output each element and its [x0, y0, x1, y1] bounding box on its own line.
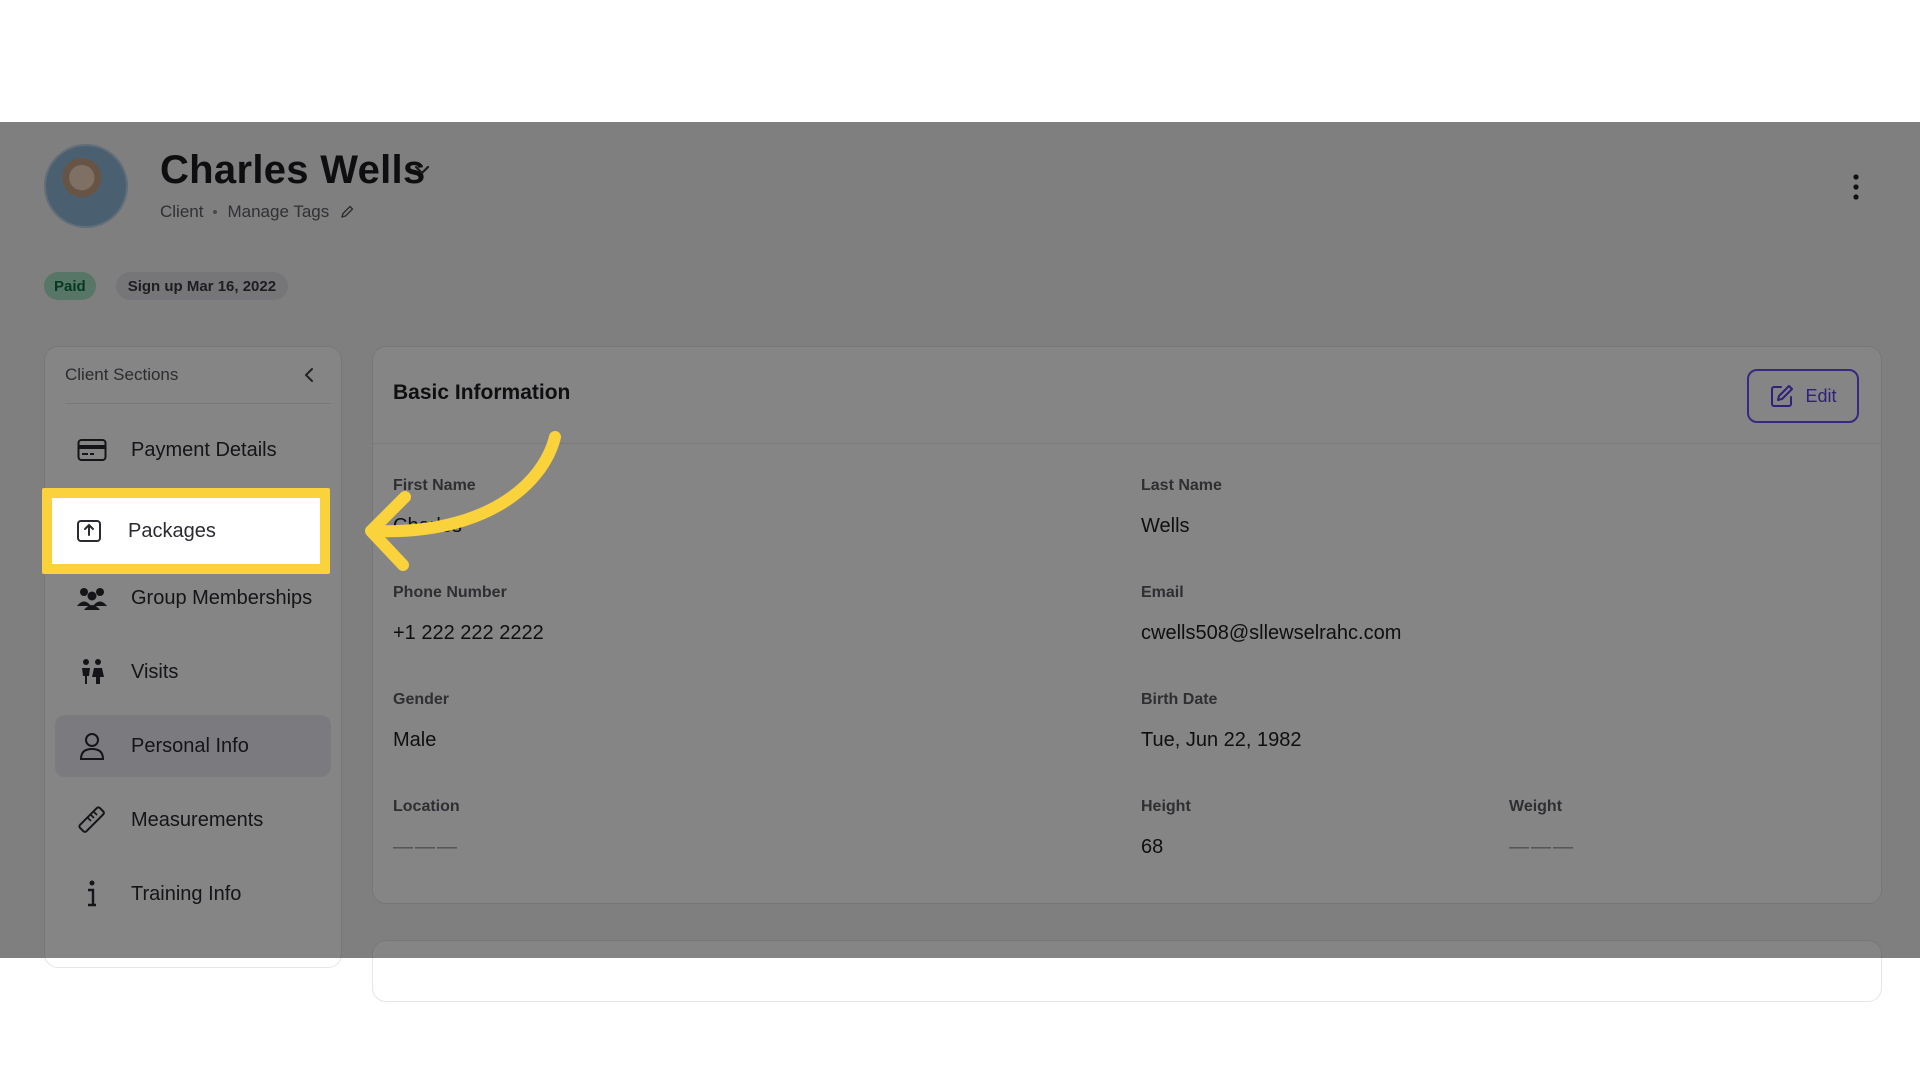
client-avatar [44, 144, 128, 228]
paid-badge: Paid [44, 272, 96, 300]
pencil-icon[interactable] [339, 204, 355, 220]
field-value: Tue, Jun 22, 1982 [1141, 729, 1302, 751]
client-name: Charles Wells [160, 148, 426, 192]
field-label: Email [1141, 584, 1184, 601]
field-value: +1 222 222 2222 [393, 622, 544, 644]
visits-icon [75, 655, 109, 689]
edit-button-label: Edit [1805, 385, 1837, 406]
group-icon [75, 581, 109, 615]
sidebar-item-payment-details[interactable]: Payment Details [55, 419, 331, 481]
person-icon [75, 729, 109, 763]
edit-button[interactable]: Edit [1747, 369, 1859, 423]
chevron-left-icon[interactable] [299, 365, 319, 385]
email-field: Email cwells508@sllewselrahc.com [1141, 584, 1401, 645]
manage-tags-link[interactable]: Manage Tags [227, 202, 329, 222]
field-value: ——— [393, 836, 459, 858]
separator-dot [213, 210, 218, 214]
client-role: Client [160, 202, 204, 221]
field-label: Birth Date [1141, 691, 1218, 708]
sidebar-item-label: Visits [131, 660, 179, 683]
field-label: Weight [1509, 798, 1563, 815]
field-label: Last Name [1141, 477, 1222, 494]
field-value: Wells [1141, 515, 1190, 537]
field-label: Height [1141, 798, 1191, 815]
sidebar-item-training-info[interactable]: Training Info [55, 863, 331, 925]
field-value: Male [393, 729, 437, 751]
birth-date-field: Birth Date Tue, Jun 22, 1982 [1141, 691, 1302, 752]
field-value: ——— [1509, 836, 1575, 858]
height-field: Height 68 [1141, 798, 1191, 859]
packages-highlight-label: Packages [128, 519, 216, 542]
packages-highlight[interactable]: Packages [42, 488, 330, 574]
secondary-card [372, 940, 1882, 1002]
info-icon [75, 877, 109, 911]
chevron-down-icon[interactable] [412, 160, 432, 180]
sidebar-item-label: Group Memberships [131, 586, 313, 609]
edit-icon [1771, 385, 1794, 407]
sidebar-item-label: Training Info [131, 882, 242, 905]
sidebar-item-label: Personal Info [131, 734, 249, 757]
basic-information-card: Basic Information Edit First Name Charle… [372, 346, 1882, 904]
client-sections-sidebar: Client Sections Payment Details Packages… [44, 346, 342, 968]
field-label: Location [393, 798, 460, 815]
weight-field: Weight ——— [1509, 798, 1575, 859]
sidebar-item-group-memberships[interactable]: Group Memberships [55, 567, 331, 629]
sidebar-header: Client Sections [65, 347, 331, 404]
sidebar-item-measurements[interactable]: Measurements [55, 789, 331, 851]
field-label: Phone Number [393, 584, 507, 601]
signup-badge: Sign up Mar 16, 2022 [115, 272, 289, 300]
sidebar-item-label: Measurements [131, 808, 264, 831]
phone-number-field: Phone Number +1 222 222 2222 [393, 584, 544, 645]
location-field: Location ——— [393, 798, 460, 859]
field-value: cwells508@sllewselrahc.com [1141, 622, 1402, 644]
pointer-arrow-icon [365, 431, 561, 571]
field-label: Gender [393, 691, 450, 708]
card-divider [373, 443, 1881, 444]
sidebar-item-personal-info[interactable]: Personal Info [55, 715, 331, 777]
more-options-icon[interactable] [1846, 172, 1866, 202]
field-value: 68 [1141, 836, 1164, 858]
card-title: Basic Information [393, 381, 571, 404]
sidebar-item-visits[interactable]: Visits [55, 641, 331, 703]
client-badges: Paid Sign up Mar 16, 2022 [44, 272, 289, 300]
credit-card-icon [75, 433, 109, 467]
client-subline: Client Manage Tags [160, 202, 355, 222]
sidebar-item-label: Payment Details [131, 438, 277, 461]
last-name-field: Last Name Wells [1141, 477, 1222, 538]
package-icon [72, 514, 106, 548]
gender-field: Gender Male [393, 691, 449, 752]
sidebar-title: Client Sections [65, 365, 179, 384]
ruler-icon [75, 803, 109, 837]
